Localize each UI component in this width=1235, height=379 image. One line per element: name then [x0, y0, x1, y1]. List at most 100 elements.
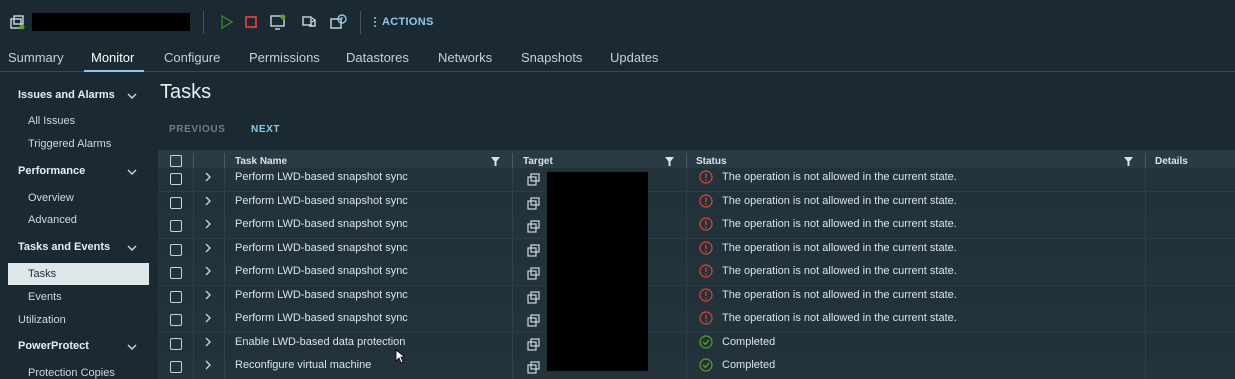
- table-row[interactable]: Perform LWD-based snapshot sync The opera…: [158, 238, 1235, 263]
- chevron-right-icon[interactable]: [203, 289, 213, 301]
- column-divider: [512, 262, 513, 285]
- row-checkbox[interactable]: [170, 361, 182, 373]
- table-row[interactable]: Perform LWD-based snapshot sync The opera…: [158, 191, 1235, 216]
- power-on-icon[interactable]: [217, 13, 235, 31]
- console-icon[interactable]: [269, 13, 287, 31]
- row-checkbox[interactable]: [170, 220, 182, 232]
- sidebar-item-events[interactable]: Events: [28, 291, 62, 303]
- tab-updates[interactable]: Updates: [610, 50, 658, 65]
- actions-label: ACTIONS: [382, 16, 434, 28]
- column-divider: [193, 309, 194, 332]
- chevron-right-icon[interactable]: [203, 242, 213, 254]
- chevron-right-icon[interactable]: [203, 265, 213, 277]
- actions-menu-button[interactable]: ACTIONS: [374, 16, 434, 28]
- redacted-target-column: [547, 172, 648, 371]
- snapshot-icon[interactable]: [329, 13, 347, 31]
- tab-configure[interactable]: Configure: [164, 50, 220, 65]
- column-divider: [1145, 191, 1146, 215]
- task-name-cell: Perform LWD-based snapshot sync: [235, 312, 408, 324]
- column-divider: [224, 191, 225, 215]
- table-body: Perform LWD-based snapshot sync The opera…: [158, 150, 1235, 379]
- chevron-right-icon[interactable]: [203, 218, 213, 230]
- row-checkbox[interactable]: [170, 173, 182, 185]
- previous-page-button[interactable]: PREVIOUS: [169, 124, 225, 135]
- status-cell: Completed: [722, 359, 776, 371]
- status-cell: The operation is not allowed in the curr…: [722, 312, 957, 324]
- row-checkbox[interactable]: [170, 314, 182, 326]
- column-divider: [1145, 332, 1146, 356]
- column-divider: [1145, 238, 1146, 262]
- tab-networks[interactable]: Networks: [438, 50, 492, 65]
- table-row[interactable]: Perform LWD-based snapshot sync The opera…: [158, 309, 1235, 333]
- task-name-cell: Perform LWD-based snapshot sync: [235, 265, 408, 277]
- toolbar-divider: [360, 11, 361, 34]
- row-checkbox[interactable]: [170, 196, 182, 209]
- tab-monitor[interactable]: Monitor: [91, 50, 134, 65]
- column-divider: [686, 215, 687, 238]
- row-checkbox[interactable]: [170, 337, 182, 350]
- column-divider: [193, 168, 194, 191]
- column-divider: [224, 285, 225, 309]
- chevron-right-icon[interactable]: [203, 312, 213, 324]
- sidebar-lower: Tasks Events Utilization PowerProtect Pr…: [0, 72, 150, 379]
- column-divider: [512, 332, 513, 356]
- sidebar-item-tasks[interactable]: Tasks: [28, 268, 56, 280]
- table-row[interactable]: Perform LWD-based snapshot sync The opera…: [158, 215, 1235, 239]
- tab-summary[interactable]: Summary: [8, 50, 64, 65]
- column-divider: [224, 238, 225, 262]
- column-divider: [686, 168, 687, 191]
- chevron-right-icon[interactable]: [203, 359, 213, 371]
- tab-datastores[interactable]: Datastores: [346, 50, 409, 65]
- row-checkbox[interactable]: [170, 290, 182, 303]
- column-divider: [512, 285, 513, 309]
- status-cell: Completed: [722, 335, 776, 348]
- sidebar-section-powerprotect[interactable]: PowerProtect: [18, 340, 89, 352]
- table-row[interactable]: Perform LWD-based snapshot sync The opera…: [158, 168, 1235, 192]
- chevron-right-icon[interactable]: [203, 171, 213, 183]
- table-row[interactable]: Enable LWD-based data protection Complete…: [158, 332, 1235, 357]
- tab-snapshots[interactable]: Snapshots: [521, 50, 582, 65]
- tasks-table: Task Name Target Status Details Perform …: [158, 150, 1235, 379]
- vm-icon: [527, 361, 540, 374]
- task-name-cell: Perform LWD-based snapshot sync: [235, 288, 408, 301]
- column-divider: [193, 285, 194, 309]
- status-cell: The operation is not allowed in the curr…: [722, 194, 957, 207]
- column-divider: [512, 356, 513, 379]
- toolbar-divider: [203, 11, 204, 34]
- tab-permissions[interactable]: Permissions: [249, 50, 320, 65]
- chevron-down-icon[interactable]: [127, 342, 137, 352]
- migrate-icon[interactable]: [300, 13, 318, 31]
- table-row[interactable]: Perform LWD-based snapshot sync The opera…: [158, 262, 1235, 286]
- column-divider: [512, 168, 513, 191]
- error-icon: [699, 170, 713, 184]
- next-page-button[interactable]: NEXT: [251, 124, 280, 135]
- status-cell: The operation is not allowed in the curr…: [722, 171, 957, 183]
- column-divider: [224, 262, 225, 285]
- error-icon: [699, 240, 713, 255]
- vm-icon: [10, 15, 25, 30]
- task-name-cell: Perform LWD-based snapshot sync: [235, 241, 408, 254]
- column-divider: [1145, 309, 1146, 332]
- column-divider: [512, 215, 513, 238]
- column-divider: [512, 309, 513, 332]
- column-divider: [686, 285, 687, 309]
- chevron-right-icon[interactable]: [203, 336, 213, 348]
- column-divider: [193, 262, 194, 285]
- power-off-icon[interactable]: [242, 13, 260, 31]
- error-icon: [699, 287, 713, 302]
- row-checkbox[interactable]: [170, 243, 182, 256]
- column-divider: [512, 191, 513, 215]
- table-row[interactable]: Reconfigure virtual machine Completed: [158, 356, 1235, 379]
- sidebar-item-utilization[interactable]: Utilization: [18, 314, 66, 326]
- vm-icon: [527, 243, 540, 257]
- vm-icon: [527, 267, 540, 280]
- task-name-cell: Reconfigure virtual machine: [235, 359, 372, 371]
- tab-bar: Summary Monitor Configure Permissions Da…: [0, 44, 1235, 72]
- table-row[interactable]: Perform LWD-based snapshot sync The opera…: [158, 285, 1235, 310]
- column-divider: [1145, 215, 1146, 238]
- vm-icon: [527, 314, 540, 327]
- row-checkbox[interactable]: [170, 267, 182, 279]
- vm-icon: [527, 290, 540, 304]
- sidebar-item-protection-copies[interactable]: Protection Copies: [28, 367, 115, 379]
- chevron-right-icon[interactable]: [203, 195, 213, 207]
